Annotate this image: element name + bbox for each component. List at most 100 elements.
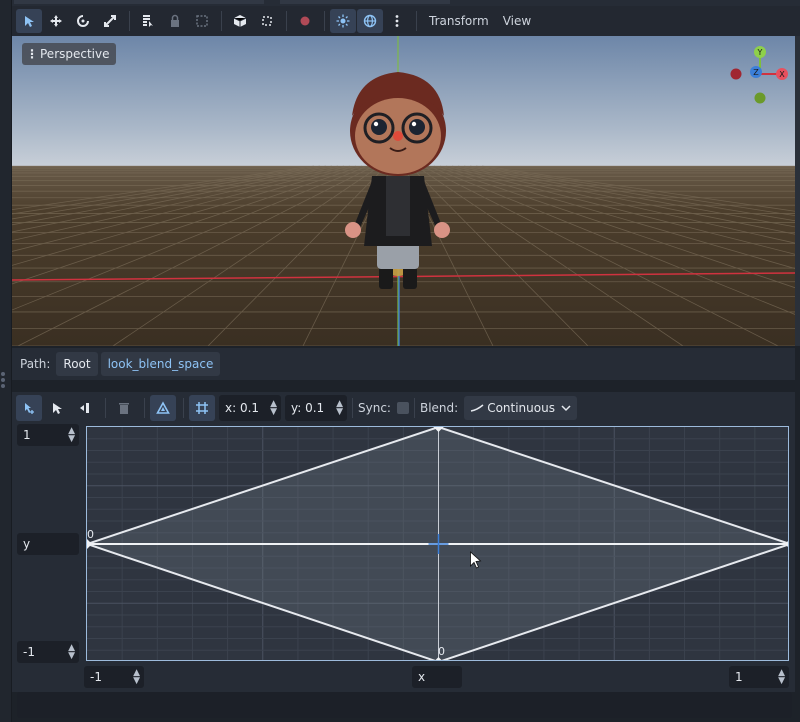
point-label-bottom: 0: [438, 645, 445, 658]
left-dock-edge: [0, 0, 12, 722]
spin-arrows-icon[interactable]: ▲ ▼: [68, 644, 75, 661]
select-mode-button[interactable]: [16, 9, 42, 33]
gizmo-z-label: Z: [753, 68, 759, 77]
godot-editor: Transform View ⋮ Perspective Y Z X Path:…: [0, 0, 800, 722]
viewport-scene: [12, 36, 795, 346]
spin-arrows-icon[interactable]: ▲ ▼: [68, 427, 75, 444]
blend-mode-dropdown[interactable]: Continuous: [464, 396, 577, 420]
perspective-label: Perspective: [40, 47, 110, 61]
create-point-button[interactable]: [16, 395, 42, 421]
auto-triangles-button[interactable]: [150, 395, 176, 421]
top-tab[interactable]: [14, 0, 264, 4]
blend-space-graph: [87, 427, 788, 660]
sync-label: Sync:: [358, 401, 391, 415]
lock-icon: [171, 14, 179, 27]
move-icon: [50, 15, 62, 27]
x-snap-input[interactable]: x: 0.1 ▲ ▼: [219, 395, 281, 421]
delete-icon: [119, 403, 129, 414]
splitter-handle[interactable]: [1, 384, 5, 388]
spin-arrows-icon[interactable]: ▲ ▼: [133, 669, 140, 686]
x-label-value: x: [418, 670, 426, 684]
y-max-value: 1: [23, 428, 31, 442]
gizmo-y-label: Y: [757, 48, 763, 57]
more-options-button[interactable]: [384, 9, 410, 33]
rotate-mode-button[interactable]: [70, 9, 96, 33]
toolbar-divider: [144, 398, 145, 418]
splitter-handle[interactable]: [1, 372, 5, 376]
toolbar-divider: [286, 11, 287, 31]
x-snap-value: x: 0.1: [225, 401, 260, 415]
y-snap-value: y: 0.1: [291, 401, 325, 415]
toolbar-divider: [183, 398, 184, 418]
x-min-value: -1: [90, 670, 102, 684]
toolbar-divider: [352, 398, 353, 418]
neg-y-handle[interactable]: [754, 92, 766, 104]
environment-preview-button[interactable]: [357, 9, 383, 33]
move-mode-button[interactable]: [43, 9, 69, 33]
sync-checkbox[interactable]: [396, 402, 409, 414]
sun-icon: [336, 14, 350, 28]
camera-pin-button[interactable]: [292, 9, 318, 33]
group-icon: [196, 15, 208, 27]
sun-preview-button[interactable]: [330, 9, 356, 33]
path-item-blend-space[interactable]: look_blend_space: [100, 352, 221, 376]
y-label-value: y: [23, 537, 31, 551]
select-point-button[interactable]: [44, 395, 70, 421]
spin-arrows-icon[interactable]: ▲ ▼: [778, 669, 785, 686]
toolbar-divider: [105, 398, 106, 418]
gizmo-x-label: X: [779, 70, 785, 79]
lock-button[interactable]: [162, 9, 188, 33]
toolbar-divider: [413, 398, 415, 418]
x-max-input[interactable]: 1 ▲ ▼: [729, 666, 789, 688]
blend-point: [785, 539, 788, 549]
blend-space-canvas[interactable]: [86, 426, 789, 661]
scale-icon: [104, 15, 116, 27]
3d-viewport[interactable]: ⋮ Perspective Y Z X: [12, 36, 795, 346]
spin-arrows-icon[interactable]: ▲ ▼: [266, 400, 277, 417]
add-point-button[interactable]: [72, 395, 98, 421]
pin-icon: [300, 16, 310, 26]
toolbar-divider: [221, 11, 222, 31]
view-orientation-gizmo[interactable]: Y Z X: [726, 44, 790, 108]
snap-grid-button[interactable]: [189, 395, 215, 421]
triangle-icon: [156, 401, 170, 414]
y-max-input[interactable]: 1 ▲ ▼: [17, 424, 79, 446]
select-icon: [25, 16, 34, 27]
x-max-value: 1: [735, 670, 743, 684]
view-menu[interactable]: View: [496, 14, 538, 28]
x-label-input[interactable]: x: [412, 666, 462, 688]
list-select-button[interactable]: [135, 9, 161, 33]
local-space-button[interactable]: [227, 9, 253, 33]
x-min-input[interactable]: -1 ▲ ▼: [84, 666, 144, 688]
list-select-icon: [143, 15, 153, 27]
y-label-input[interactable]: y: [17, 533, 79, 555]
toolbar-divider: [129, 11, 130, 31]
path-bar: Path: Root look_blend_space: [12, 348, 795, 380]
path-label: Path:: [20, 357, 51, 371]
curve-icon: [471, 404, 484, 412]
transform-menu[interactable]: Transform: [422, 14, 496, 28]
rotate-icon: [77, 15, 89, 27]
toolbar-divider: [416, 11, 417, 31]
splitter-handle[interactable]: [1, 378, 5, 382]
blend-space-toolbar: x: 0.1 ▲ ▼ y: 0.1 ▲ ▼ Sync: Blend: Continu…: [12, 392, 795, 424]
scale-mode-button[interactable]: [97, 9, 123, 33]
viewport-scroll-edge: [795, 36, 800, 346]
more-icon: [395, 15, 399, 27]
neg-x-handle[interactable]: [730, 68, 742, 80]
y-min-input[interactable]: -1 ▲ ▼: [17, 641, 79, 663]
ruler-icon: [262, 16, 272, 26]
group-button[interactable]: [189, 9, 215, 33]
path-item-root[interactable]: Root: [56, 352, 98, 376]
delete-point-button[interactable]: [111, 395, 137, 421]
spin-arrows-icon[interactable]: ▲ ▼: [332, 400, 343, 417]
snap-button[interactable]: [254, 9, 280, 33]
perspective-menu-button[interactable]: ⋮ Perspective: [22, 43, 116, 65]
chevron-down-icon: [561, 405, 571, 412]
add-point-icon: [80, 403, 89, 413]
top-tab[interactable]: [280, 0, 450, 4]
y-snap-input[interactable]: y: 0.1 ▲ ▼: [285, 395, 347, 421]
create-point-icon: [25, 403, 34, 414]
blend-mode-value: Continuous: [487, 401, 555, 415]
bottom-status-bar: [17, 692, 792, 718]
